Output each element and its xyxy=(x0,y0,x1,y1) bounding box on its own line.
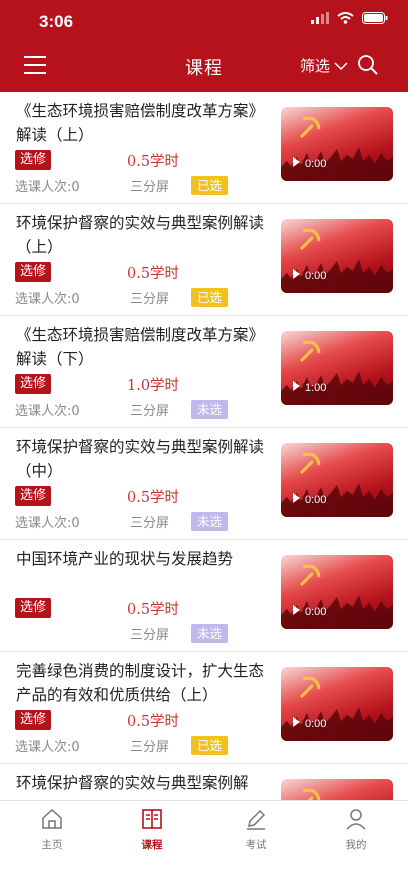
screen-type: 三分屏 xyxy=(130,292,170,307)
course-hours: 0.5学时 xyxy=(127,490,180,506)
selection-status-badge: 未选 xyxy=(191,400,229,419)
course-item[interactable]: 环境保护督察的实效与典型案例解读（上） 选修 0.5学时 选课人次:0 三分屏 … xyxy=(0,204,408,316)
screen-type: 三分屏 xyxy=(130,628,170,643)
course-thumbnail[interactable]: 0:00 xyxy=(281,555,393,629)
video-duration: 0:00 xyxy=(305,270,327,282)
status-icons xyxy=(311,12,388,24)
enroll-count: 选课人次:0 xyxy=(15,740,80,755)
course-item[interactable]: 《生态环境损害赔偿制度改革方案》解读（下） 选修 1.0学时 选课人次:0 三分… xyxy=(0,316,408,428)
course-item[interactable]: 中国环境产业的现状与发展趋势 选修 0.5学时 三分屏 未选 0:00 xyxy=(0,540,408,652)
play-icon xyxy=(293,717,300,727)
elective-badge: 选修 xyxy=(15,598,52,618)
tab-home[interactable]: 主页 xyxy=(22,807,82,852)
video-duration: 0:00 xyxy=(305,494,327,506)
elective-badge: 选修 xyxy=(15,262,52,282)
tab-exam[interactable]: 考试 xyxy=(226,807,286,852)
screen-type: 三分屏 xyxy=(130,404,170,419)
course-title: 《生态环境损害赔偿制度改革方案》解读（上） xyxy=(16,102,265,144)
selection-status-badge: 已选 xyxy=(191,288,229,307)
screen-type: 三分屏 xyxy=(130,180,170,195)
search-icon xyxy=(358,55,378,75)
book-icon xyxy=(142,809,162,829)
course-item[interactable]: 环境保护督察的实效与典型案例解读（中） 选修 0.5学时 选课人次:0 三分屏 … xyxy=(0,428,408,540)
screen-type: 三分屏 xyxy=(130,740,170,755)
video-duration: 0:00 xyxy=(305,718,327,730)
hammer-sickle-icon xyxy=(299,340,321,363)
tab-courses[interactable]: 课程 xyxy=(122,807,182,852)
course-thumbnail[interactable]: 0:00 xyxy=(281,219,393,293)
course-item[interactable]: 《生态环境损害赔偿制度改革方案》解读（上） 选修 0.5学时 选课人次:0 三分… xyxy=(0,92,408,204)
selection-status-badge: 已选 xyxy=(191,176,229,195)
video-duration: 0:00 xyxy=(305,158,327,170)
hammer-sickle-icon xyxy=(299,228,321,251)
filter-button[interactable]: 筛选 xyxy=(300,55,348,76)
course-hours: 0.5学时 xyxy=(127,266,180,282)
tab-profile[interactable]: 我的 xyxy=(326,807,386,852)
wifi-icon xyxy=(337,12,354,24)
hammer-sickle-icon xyxy=(299,564,321,587)
selection-status-badge: 未选 xyxy=(191,624,229,643)
course-thumbnail[interactable]: 0:00 xyxy=(281,667,393,741)
screen-type: 三分屏 xyxy=(130,516,170,531)
status-time: 3:06 xyxy=(39,12,74,31)
battery-icon xyxy=(362,12,388,24)
tab-label: 我的 xyxy=(345,839,367,851)
course-thumbnail[interactable]: 0:00 xyxy=(281,443,393,517)
hammer-sickle-icon xyxy=(299,676,321,699)
play-icon xyxy=(293,157,300,167)
tab-bar: 主页 课程 考试 我的 xyxy=(0,800,408,884)
course-title: 中国环境产业的现状与发展趋势 xyxy=(16,550,234,568)
user-icon xyxy=(346,809,366,830)
enroll-count: 选课人次:0 xyxy=(15,180,80,195)
hammer-sickle-icon xyxy=(302,788,321,800)
enroll-count: 选课人次:0 xyxy=(15,404,80,419)
top-bar: 3:06 课程 筛选 xyxy=(0,0,408,92)
course-title: 环境保护督察的实效与典型案例解读（上） xyxy=(16,214,265,256)
course-list: 《生态环境损害赔偿制度改革方案》解读（上） 选修 0.5学时 选课人次:0 三分… xyxy=(0,92,408,800)
video-duration: 0:00 xyxy=(305,606,327,618)
course-hours: 0.5学时 xyxy=(127,714,180,730)
course-thumbnail[interactable] xyxy=(281,779,393,800)
course-title: 《生态环境损害赔偿制度改革方案》解读（下） xyxy=(16,326,265,368)
selection-status-badge: 未选 xyxy=(191,512,229,531)
play-icon xyxy=(293,605,300,615)
hammer-sickle-icon xyxy=(299,452,321,475)
pen-icon xyxy=(247,809,266,830)
course-title: 环境保护督察的实效与典型案例解读（中） xyxy=(16,438,265,480)
elective-badge: 选修 xyxy=(15,710,52,730)
hammer-sickle-icon xyxy=(299,116,321,139)
course-title: 环境保护督察的实效与典型案例解 xyxy=(16,774,249,792)
play-icon xyxy=(293,269,300,279)
course-hours: 0.5学时 xyxy=(127,602,180,618)
course-thumbnail[interactable]: 1:00 xyxy=(281,331,393,405)
course-item[interactable]: 完善绿色消费的制度设计，扩大生态产品的有效和优质供给（上） 选修 0.5学时 选… xyxy=(0,652,408,764)
elective-badge: 选修 xyxy=(15,486,52,506)
chevron-down-icon xyxy=(334,61,348,70)
selection-status-badge: 已选 xyxy=(191,736,229,755)
enroll-count: 选课人次:0 xyxy=(15,292,80,307)
tab-label: 主页 xyxy=(41,839,63,851)
play-icon xyxy=(293,493,300,503)
play-icon xyxy=(293,381,300,391)
tab-label: 课程 xyxy=(141,839,163,851)
signal-icon xyxy=(311,12,329,24)
elective-badge: 选修 xyxy=(15,150,52,170)
elective-badge: 选修 xyxy=(15,374,52,394)
video-duration: 1:00 xyxy=(305,382,327,394)
home-icon xyxy=(42,808,62,829)
course-hours: 0.5学时 xyxy=(127,154,180,170)
course-hours: 1.0学时 xyxy=(127,378,180,394)
filter-label: 筛选 xyxy=(300,57,331,75)
course-thumbnail[interactable]: 0:00 xyxy=(281,107,393,181)
course-item[interactable]: 环境保护督察的实效与典型案例解 xyxy=(0,764,408,800)
tab-label: 考试 xyxy=(245,839,267,851)
search-button[interactable] xyxy=(357,54,379,80)
enroll-count: 选课人次:0 xyxy=(15,516,80,531)
course-title: 完善绿色消费的制度设计，扩大生态产品的有效和优质供给（上） xyxy=(16,662,265,704)
